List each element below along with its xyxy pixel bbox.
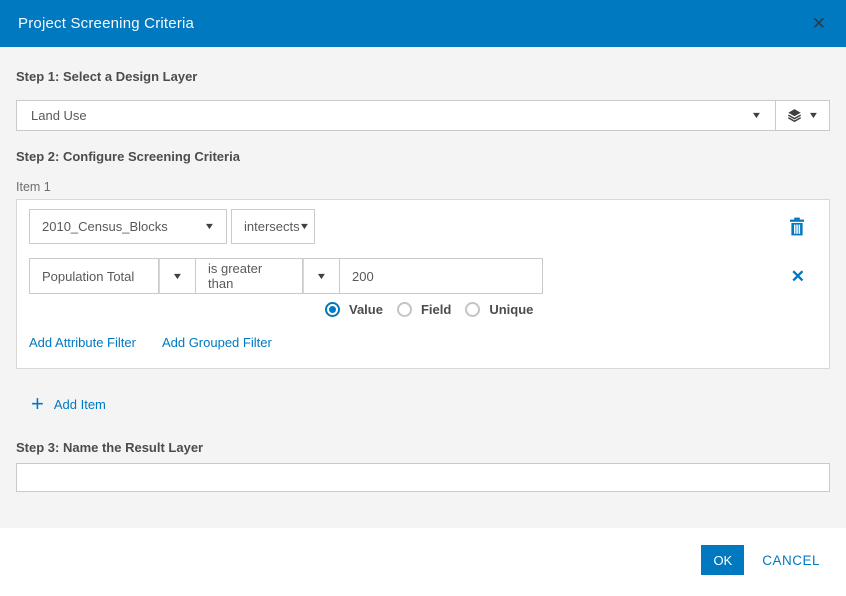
project-screening-criteria-dialog: Project Screening Criteria ✕ Step 1: Sel… xyxy=(0,0,846,596)
spatial-operator-select[interactable]: intersects ▼ xyxy=(231,209,315,244)
design-layer-select[interactable]: Land Use ▼ xyxy=(16,100,775,131)
spatial-criteria-row: 2010_Census_Blocks ▼ intersects ▼ xyxy=(29,209,805,244)
attribute-filter-row: Population Total ▼ is greater than ▼ ✕ xyxy=(29,258,805,294)
design-layer-value: Land Use xyxy=(31,108,87,123)
radio-unique[interactable]: Unique xyxy=(465,302,533,317)
chevron-down-icon: ▼ xyxy=(750,110,763,120)
plus-icon: + xyxy=(31,391,44,416)
add-grouped-filter-link[interactable]: Add Grouped Filter xyxy=(162,335,272,350)
add-item-label: Add Item xyxy=(53,396,106,412)
dialog-header: Project Screening Criteria ✕ xyxy=(0,0,846,47)
filter-value-input[interactable] xyxy=(340,258,543,294)
remove-filter-button[interactable]: ✕ xyxy=(791,268,805,285)
value-type-radio-group: Value Field Unique xyxy=(29,302,805,317)
layers-icon xyxy=(787,108,802,123)
add-item-button[interactable]: + Add Item xyxy=(31,391,141,416)
chevron-down-icon: ▼ xyxy=(315,270,328,281)
x-icon: ✕ xyxy=(790,266,805,286)
dialog-title: Project Screening Criteria xyxy=(18,15,195,32)
chevron-down-icon: ▼ xyxy=(298,221,310,231)
trash-icon xyxy=(789,217,805,236)
filter-operator-select[interactable]: is greater than xyxy=(196,258,303,294)
step2-label: Step 2: Configure Screening Criteria xyxy=(16,149,240,164)
filter-field-dropdown-button[interactable]: ▼ xyxy=(159,258,196,294)
dialog-body: Step 1: Select a Design Layer Land Use ▼… xyxy=(0,47,846,528)
radio-button-icon xyxy=(465,302,481,317)
design-layer-row: Land Use ▼ ▼ xyxy=(16,100,830,131)
step3-label: Step 3: Name the Result Layer xyxy=(16,440,204,455)
chevron-down-icon: ▼ xyxy=(807,110,820,120)
item-label: Item 1 xyxy=(16,180,51,194)
radio-value-label: Value xyxy=(349,302,383,317)
filter-field-select[interactable]: Population Total xyxy=(29,258,159,294)
cancel-button[interactable]: CANCEL xyxy=(762,553,820,568)
screening-item-box: 2010_Census_Blocks ▼ intersects ▼ Popula… xyxy=(16,199,830,369)
spatial-operator-value: intersects xyxy=(244,219,300,234)
chevron-down-icon: ▼ xyxy=(171,270,184,281)
radio-unique-label: Unique xyxy=(489,302,534,317)
result-layer-name-input[interactable] xyxy=(16,463,830,492)
close-icon[interactable]: ✕ xyxy=(808,13,830,34)
radio-button-icon xyxy=(325,302,340,317)
spatial-layer-value: 2010_Census_Blocks xyxy=(42,219,168,234)
dialog-footer: OK CANCEL xyxy=(0,528,846,596)
radio-field-label: Field xyxy=(420,302,452,317)
radio-field[interactable]: Field xyxy=(396,302,452,317)
radio-button-icon xyxy=(396,302,412,317)
delete-item-button[interactable] xyxy=(789,217,805,236)
attribute-filter-combo: Population Total ▼ is greater than ▼ xyxy=(29,258,543,294)
chevron-down-icon: ▼ xyxy=(203,221,216,231)
radio-value[interactable]: Value xyxy=(325,302,383,317)
step1-label: Step 1: Select a Design Layer xyxy=(16,69,198,84)
add-attribute-filter-link[interactable]: Add Attribute Filter xyxy=(29,335,136,350)
filter-operator-dropdown-button[interactable]: ▼ xyxy=(303,258,340,294)
layer-options-button[interactable]: ▼ xyxy=(775,100,830,131)
filter-links-row: Add Attribute Filter Add Grouped Filter xyxy=(29,335,805,350)
spatial-layer-select[interactable]: 2010_Census_Blocks ▼ xyxy=(29,209,227,244)
ok-button[interactable]: OK xyxy=(701,545,745,575)
